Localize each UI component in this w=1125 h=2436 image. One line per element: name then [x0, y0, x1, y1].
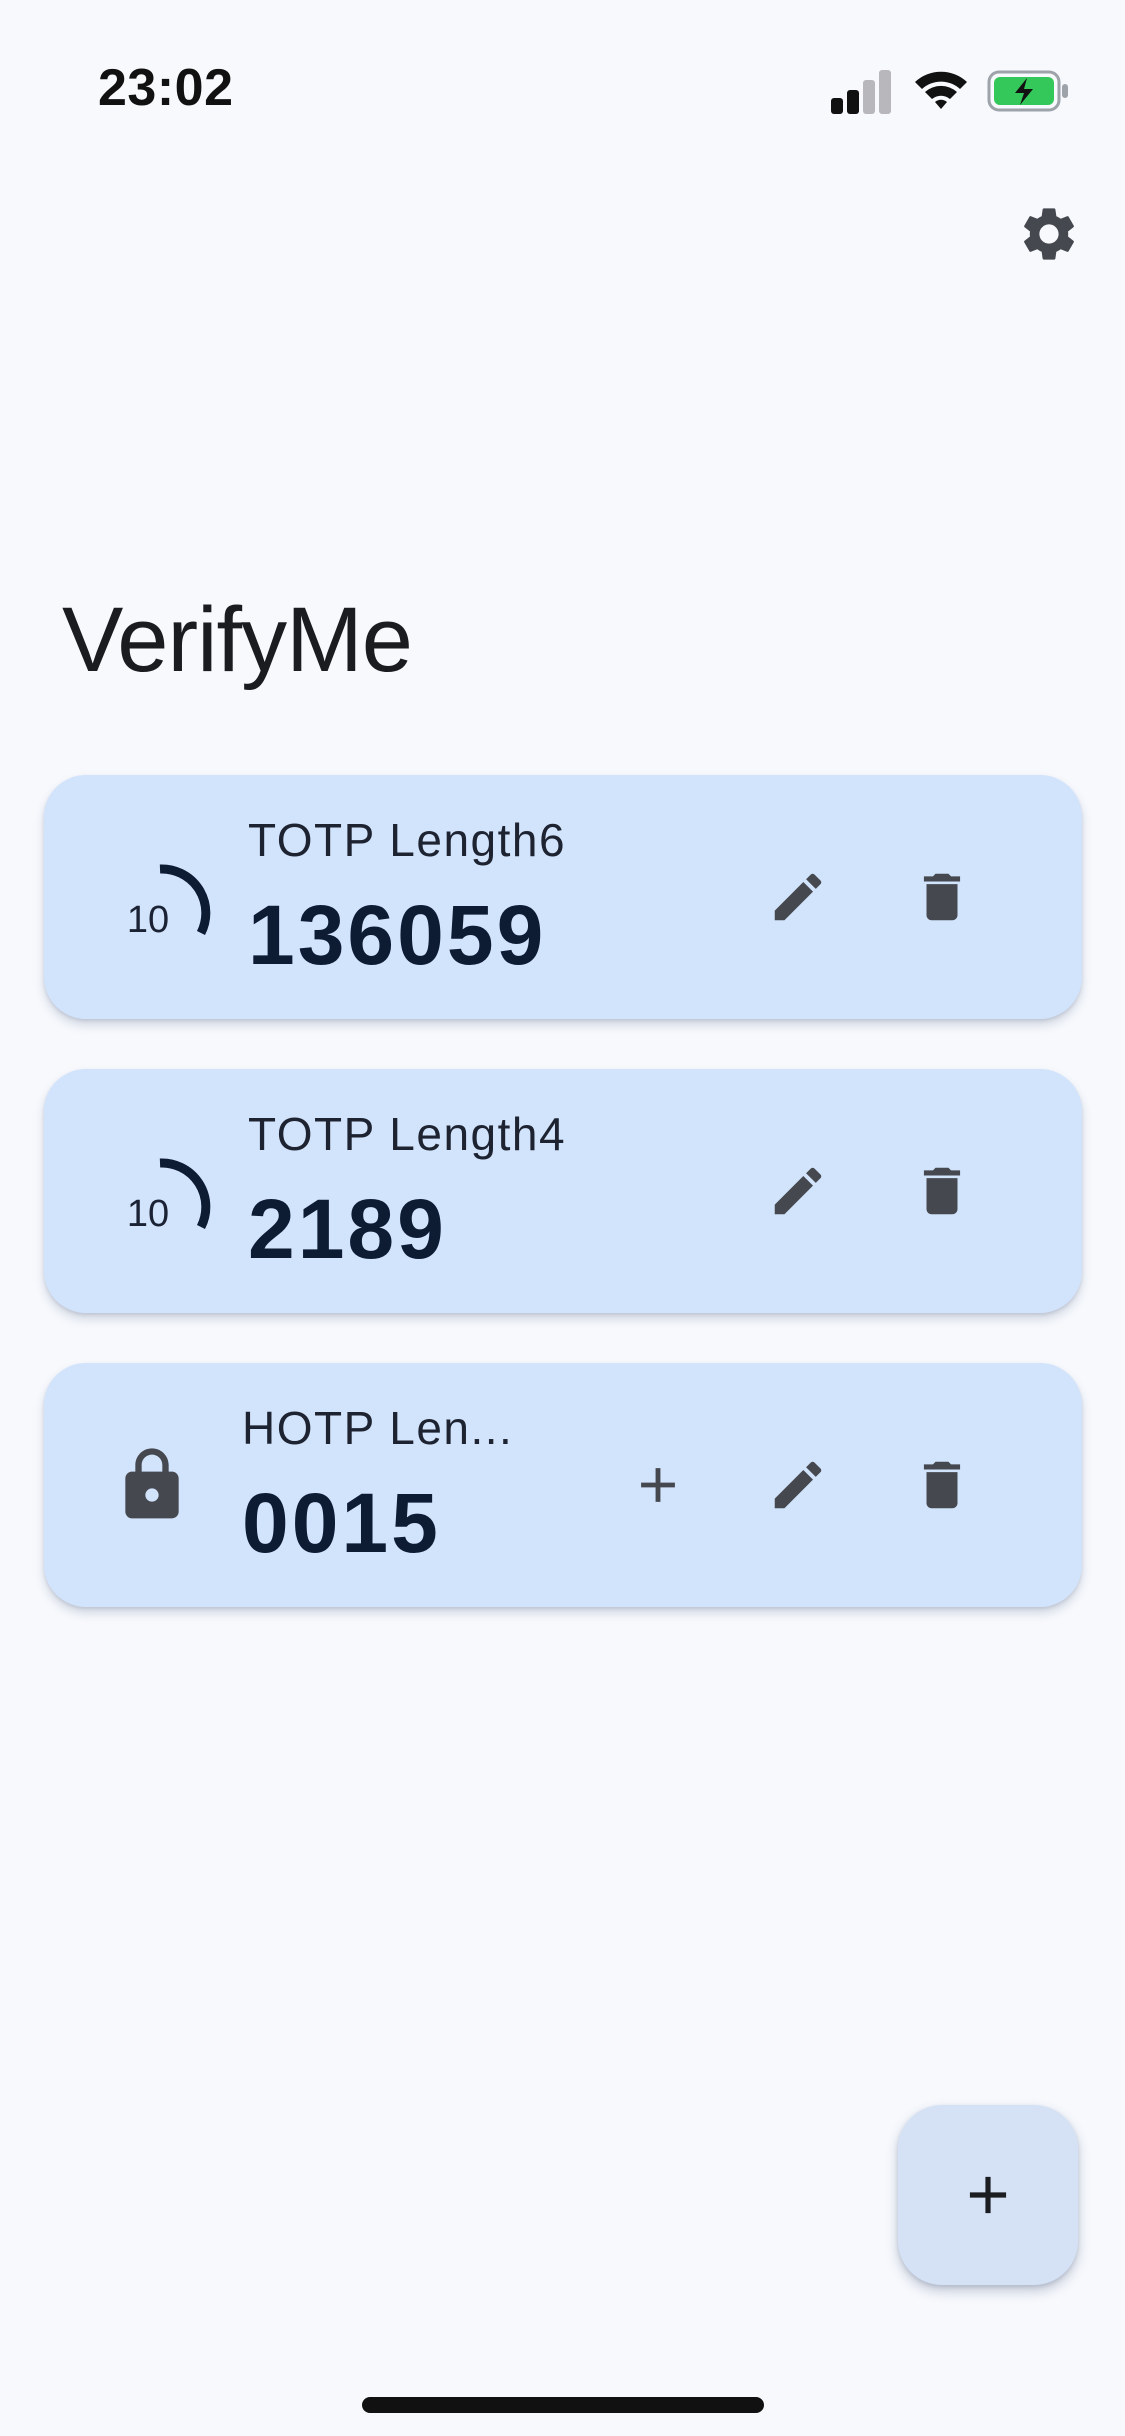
trash-icon: [923, 1461, 961, 1509]
trash-icon: [923, 873, 961, 921]
edit-button[interactable]: [762, 861, 834, 933]
account-name: TOTP Length4: [248, 1108, 567, 1160]
delete-button[interactable]: [906, 1449, 978, 1521]
countdown-timer: 10: [112, 1131, 232, 1251]
otp-code[interactable]: 2189: [248, 1181, 447, 1278]
otp-code[interactable]: 136059: [248, 887, 546, 984]
otp-code[interactable]: 0015: [242, 1475, 441, 1572]
settings-button[interactable]: [1013, 198, 1085, 270]
delete-button[interactable]: [906, 861, 978, 933]
status-time: 23:02: [98, 59, 234, 117]
home-indicator[interactable]: [362, 2397, 764, 2413]
edit-button[interactable]: [762, 1449, 834, 1521]
gear-icon: [1024, 208, 1074, 260]
plus-icon: [969, 2176, 1007, 2214]
status-icons: [831, 62, 1071, 118]
plus-icon: [641, 1468, 675, 1502]
countdown-seconds: 10: [126, 1193, 170, 1235]
countdown-seconds: 10: [126, 899, 170, 941]
add-account-button[interactable]: [898, 2105, 1078, 2285]
pencil-icon: [774, 1167, 822, 1215]
trash-icon: [923, 1167, 961, 1215]
account-card[interactable]: HOTP Len... 0015: [44, 1363, 1082, 1607]
account-card[interactable]: 10 TOTP Length4 2189: [44, 1069, 1082, 1313]
account-name: TOTP Length6: [248, 814, 567, 866]
increment-counter-button[interactable]: [622, 1449, 694, 1521]
edit-button[interactable]: [762, 1155, 834, 1227]
page-title: VerifyMe: [62, 589, 413, 691]
cellular-signal-icon: [831, 70, 891, 114]
delete-button[interactable]: [906, 1155, 978, 1227]
app-screen: 23:02 VerifyMe 10 TOTP Length6 136059 10…: [0, 0, 1125, 2436]
battery-charging-icon: [987, 70, 1071, 112]
account-name: HOTP Len...: [242, 1402, 514, 1454]
wifi-icon: [913, 68, 969, 112]
lock-icon: [112, 1443, 192, 1527]
pencil-icon: [774, 1461, 822, 1509]
pencil-icon: [774, 873, 822, 921]
account-card[interactable]: 10 TOTP Length6 136059: [44, 775, 1082, 1019]
countdown-timer: 10: [112, 837, 232, 957]
